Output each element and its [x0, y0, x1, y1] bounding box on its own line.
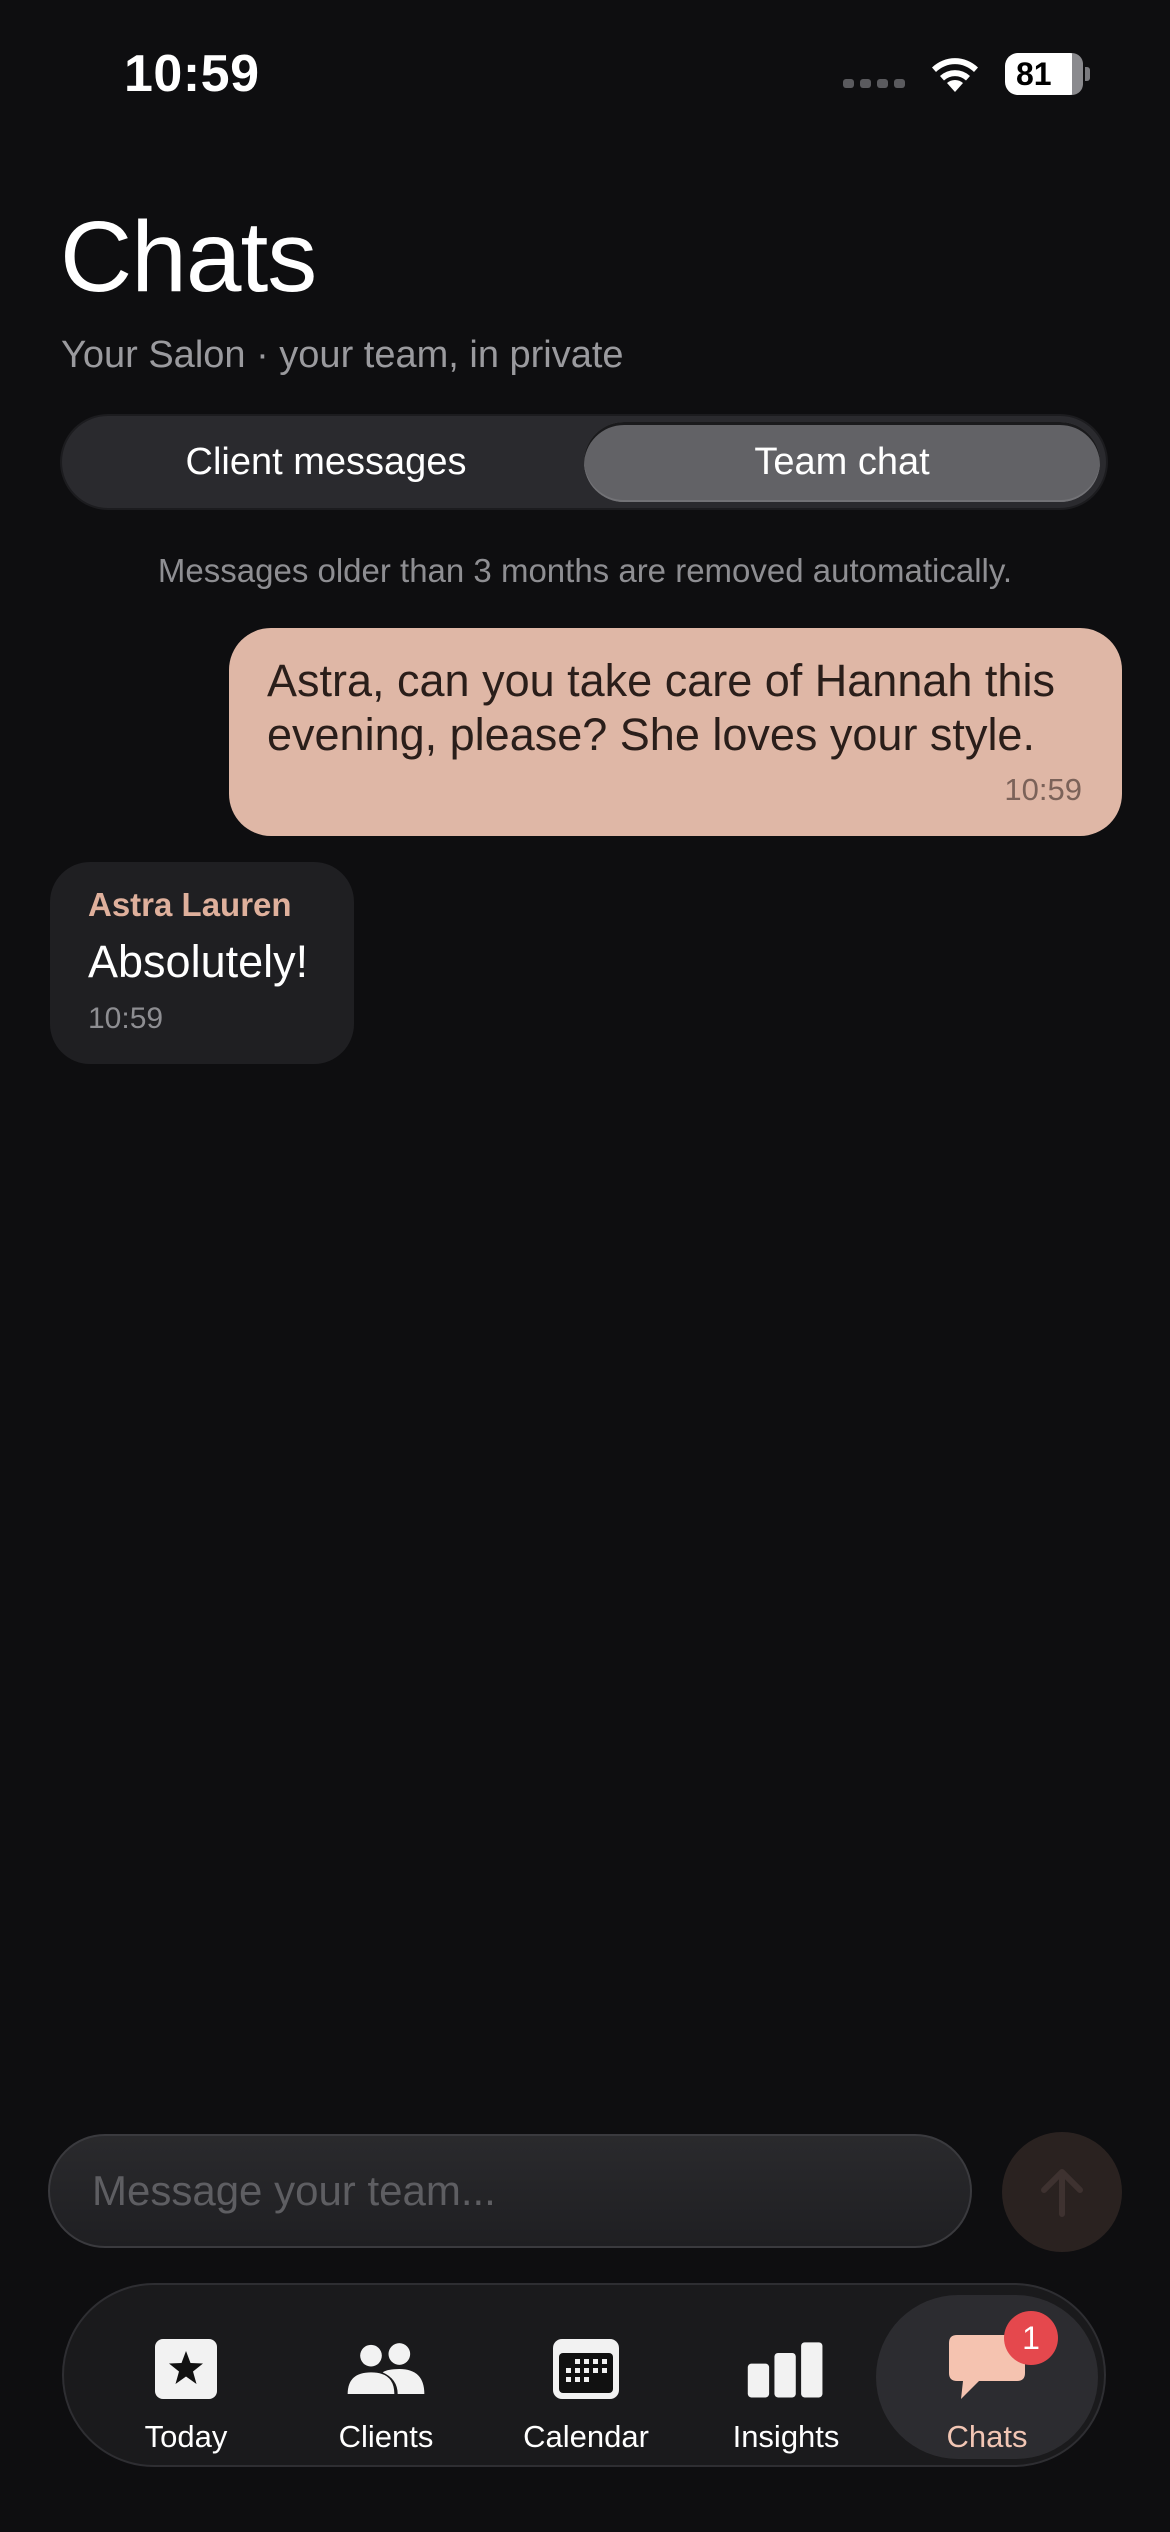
message-input[interactable] [92, 2167, 970, 2215]
bottom-tab-bar: Today Clients Calendar Insights Chats 1 [62, 2283, 1106, 2467]
tab-label: Chats [946, 2419, 1028, 2454]
incoming-message-bubble[interactable]: Astra Lauren Absolutely! 10:59 [50, 862, 354, 1064]
signal-dots-icon [843, 78, 905, 88]
people-icon [346, 2333, 426, 2405]
tab-insights[interactable]: Insights [686, 2295, 886, 2459]
tab-label: Today [144, 2419, 228, 2454]
tab-label: Calendar [523, 2419, 649, 2454]
chats-screen: 10:59 81 Chats Your Salon · your team, i… [0, 0, 1170, 2532]
wifi-icon [932, 58, 978, 92]
tab-team-chat[interactable]: Team chat [584, 422, 1100, 502]
message-sender: Astra Lauren [88, 886, 292, 923]
tab-label: Clients [338, 2419, 434, 2454]
status-time: 10:59 [124, 45, 260, 103]
tab-label: Insights [732, 2419, 840, 2454]
message-composer [48, 2134, 972, 2248]
bar-chart-icon [746, 2333, 826, 2405]
chat-type-segmented-control: Client messages Team chat [60, 414, 1108, 510]
message-text: Astra, can you take care of Hannah this … [267, 655, 1055, 760]
calendar-icon [546, 2333, 626, 2405]
status-indicators: 81 [843, 52, 1090, 96]
message-time: 10:59 [88, 1002, 164, 1035]
tab-today[interactable]: Today [86, 2295, 286, 2459]
outgoing-message-bubble[interactable]: Astra, can you take care of Hannah this … [229, 628, 1122, 836]
page-title: Chats [60, 201, 317, 313]
unread-badge: 1 [1004, 2311, 1058, 2365]
star-icon [146, 2333, 226, 2405]
message-text: Absolutely! [88, 936, 309, 987]
battery-icon: 81 [1005, 53, 1090, 95]
battery-level: 81 [1016, 55, 1052, 92]
send-button[interactable] [1002, 2132, 1122, 2252]
tab-clients[interactable]: Clients [286, 2295, 486, 2459]
tab-chats[interactable]: Chats 1 [876, 2295, 1098, 2459]
retention-note: Messages older than 3 months are removed… [157, 552, 1013, 589]
tab-client-messages[interactable]: Client messages [68, 422, 584, 502]
message-time: 10:59 [1004, 772, 1082, 807]
arrow-up-icon [1041, 2169, 1083, 2217]
page-subtitle: Your Salon · your team, in private [61, 334, 624, 376]
tab-calendar[interactable]: Calendar [486, 2295, 686, 2459]
